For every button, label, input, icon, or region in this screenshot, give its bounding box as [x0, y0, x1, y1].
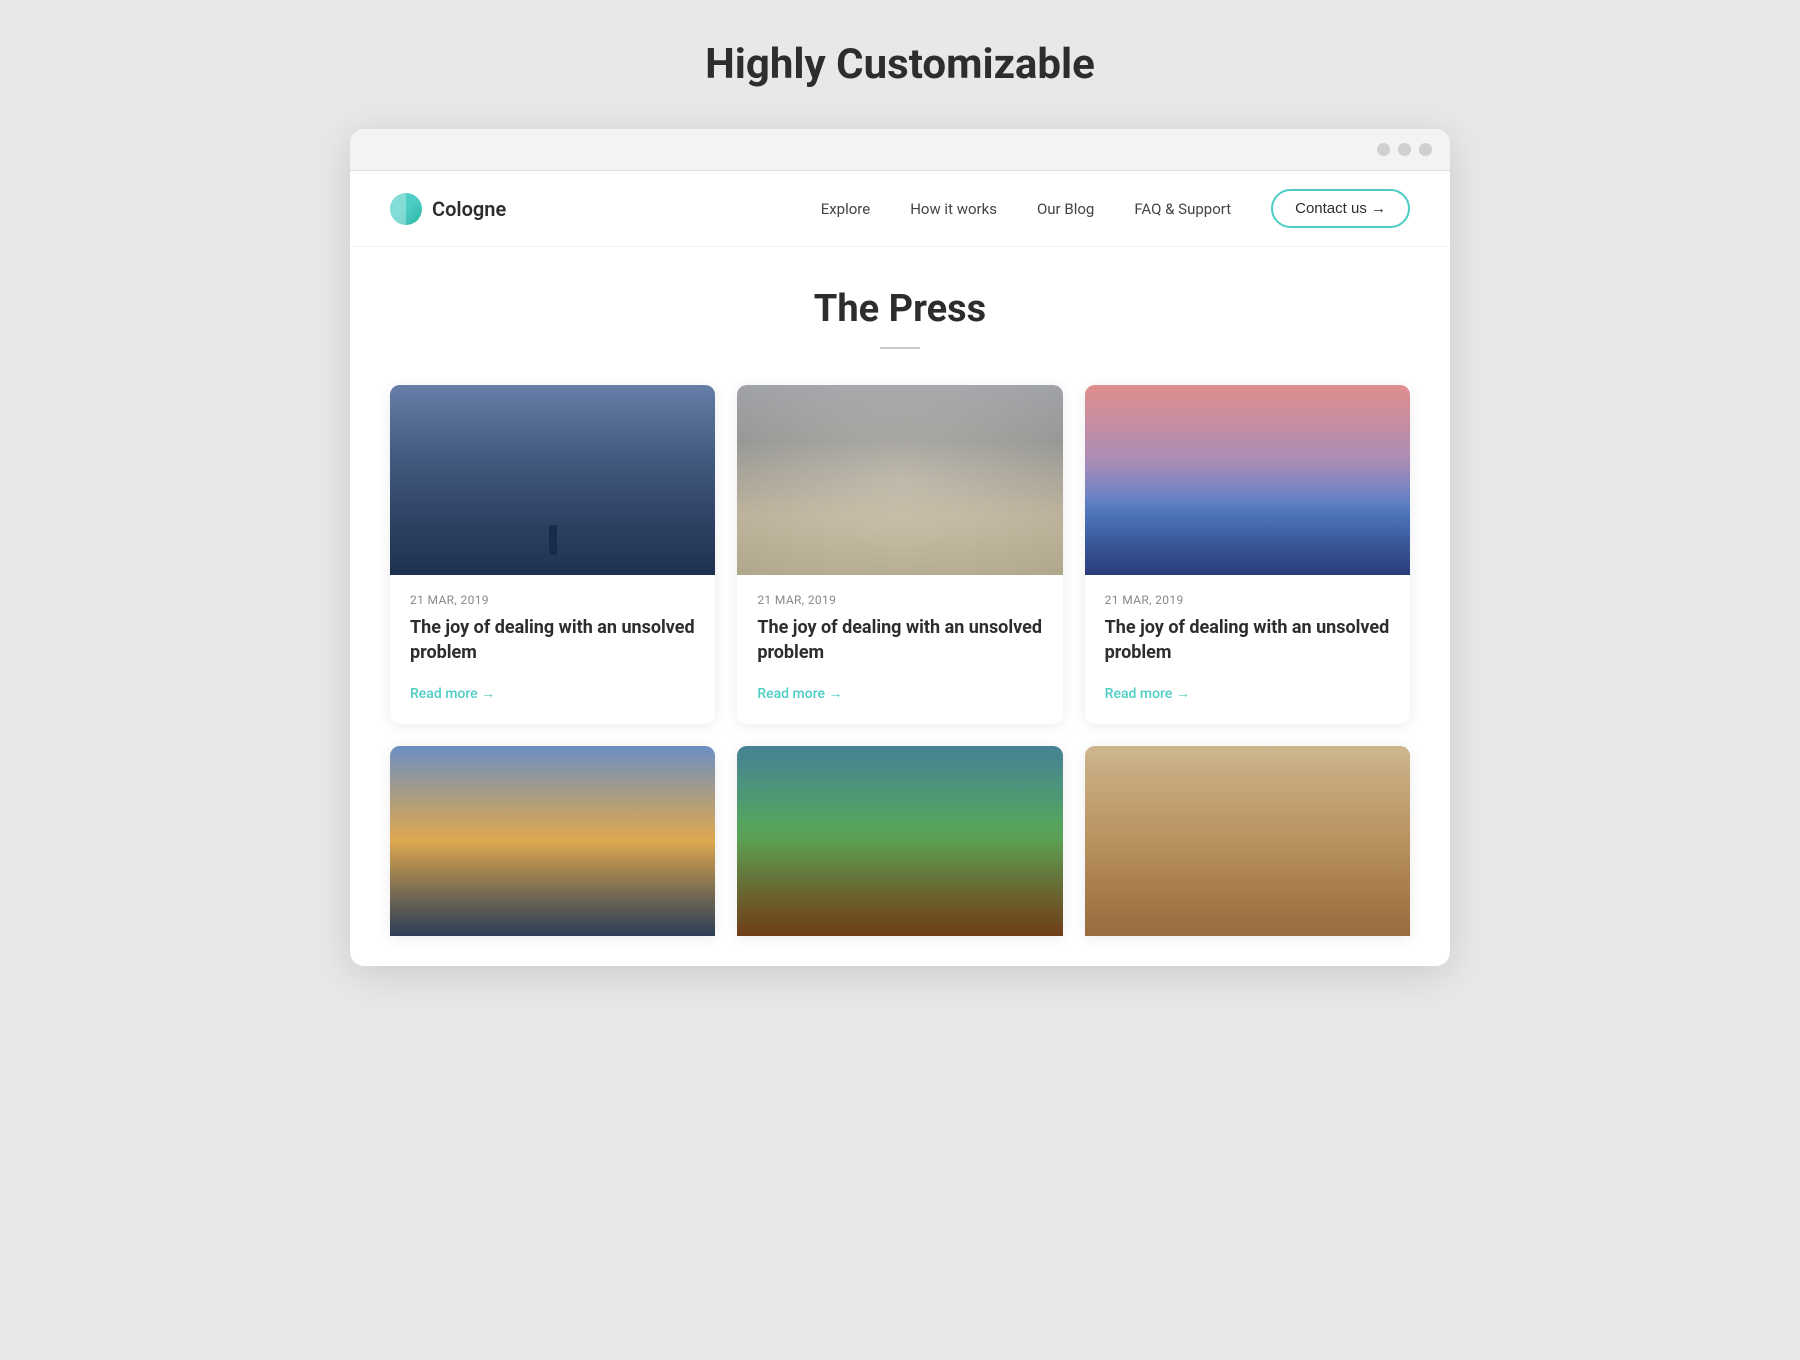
- card-image-4: [390, 746, 715, 936]
- browser-chrome: [350, 129, 1450, 171]
- nav-link-our-blog[interactable]: Our Blog: [1037, 200, 1094, 218]
- cards-grid: 21 MAR, 2019 The joy of dealing with an …: [390, 385, 1410, 724]
- nav-item-explore[interactable]: Explore: [821, 199, 871, 218]
- contact-us-button[interactable]: Contact us →: [1271, 189, 1410, 228]
- nav-link-explore[interactable]: Explore: [821, 200, 871, 218]
- nav-item-our-blog[interactable]: Our Blog: [1037, 199, 1094, 218]
- card-title-1: The joy of dealing with an unsolved prob…: [410, 615, 695, 665]
- read-more-link-1[interactable]: Read more →: [410, 685, 495, 702]
- nav-links: Explore How it works Our Blog FAQ & Supp…: [821, 199, 1231, 218]
- card-image-3: [1085, 385, 1410, 575]
- card-body-2: 21 MAR, 2019 The joy of dealing with an …: [737, 575, 1062, 724]
- card-date-3: 21 MAR, 2019: [1105, 593, 1390, 607]
- card-date-1: 21 MAR, 2019: [410, 593, 695, 607]
- article-card-5: [737, 746, 1062, 936]
- card-image-2: [737, 385, 1062, 575]
- page-title: Highly Customizable: [705, 40, 1095, 89]
- article-card-2: 21 MAR, 2019 The joy of dealing with an …: [737, 385, 1062, 724]
- browser-dot-2: [1398, 143, 1411, 156]
- read-more-link-2[interactable]: Read more →: [757, 685, 842, 702]
- section-title: The Press: [390, 287, 1410, 331]
- article-card-6: [1085, 746, 1410, 936]
- read-more-link-3[interactable]: Read more →: [1105, 685, 1190, 702]
- nav-item-how-it-works[interactable]: How it works: [910, 199, 997, 218]
- nav-link-how-it-works[interactable]: How it works: [910, 200, 997, 218]
- card-image-5: [737, 746, 1062, 936]
- logo-text: Cologne: [432, 197, 506, 221]
- browser-dot-1: [1377, 143, 1390, 156]
- article-card-1: 21 MAR, 2019 The joy of dealing with an …: [390, 385, 715, 724]
- card-image-6: [1085, 746, 1410, 936]
- card-title-2: The joy of dealing with an unsolved prob…: [757, 615, 1042, 665]
- logo[interactable]: Cologne: [390, 193, 506, 225]
- card-body-3: 21 MAR, 2019 The joy of dealing with an …: [1085, 575, 1410, 724]
- article-card-4: [390, 746, 715, 936]
- browser-window: Cologne Explore How it works Our Blog FA…: [350, 129, 1450, 966]
- navbar: Cologne Explore How it works Our Blog FA…: [350, 171, 1450, 247]
- browser-dot-3: [1419, 143, 1432, 156]
- nav-link-faq[interactable]: FAQ & Support: [1134, 200, 1231, 218]
- card-date-2: 21 MAR, 2019: [757, 593, 1042, 607]
- cards-grid-partial: [390, 746, 1410, 936]
- main-content: The Press 21 MAR, 2019 The joy of dealin…: [350, 247, 1450, 966]
- article-card-3: 21 MAR, 2019 The joy of dealing with an …: [1085, 385, 1410, 724]
- logo-icon: [390, 193, 422, 225]
- card-body-1: 21 MAR, 2019 The joy of dealing with an …: [390, 575, 715, 724]
- card-title-3: The joy of dealing with an unsolved prob…: [1105, 615, 1390, 665]
- nav-item-faq[interactable]: FAQ & Support: [1134, 199, 1231, 218]
- card-image-1: [390, 385, 715, 575]
- section-divider: [880, 347, 920, 349]
